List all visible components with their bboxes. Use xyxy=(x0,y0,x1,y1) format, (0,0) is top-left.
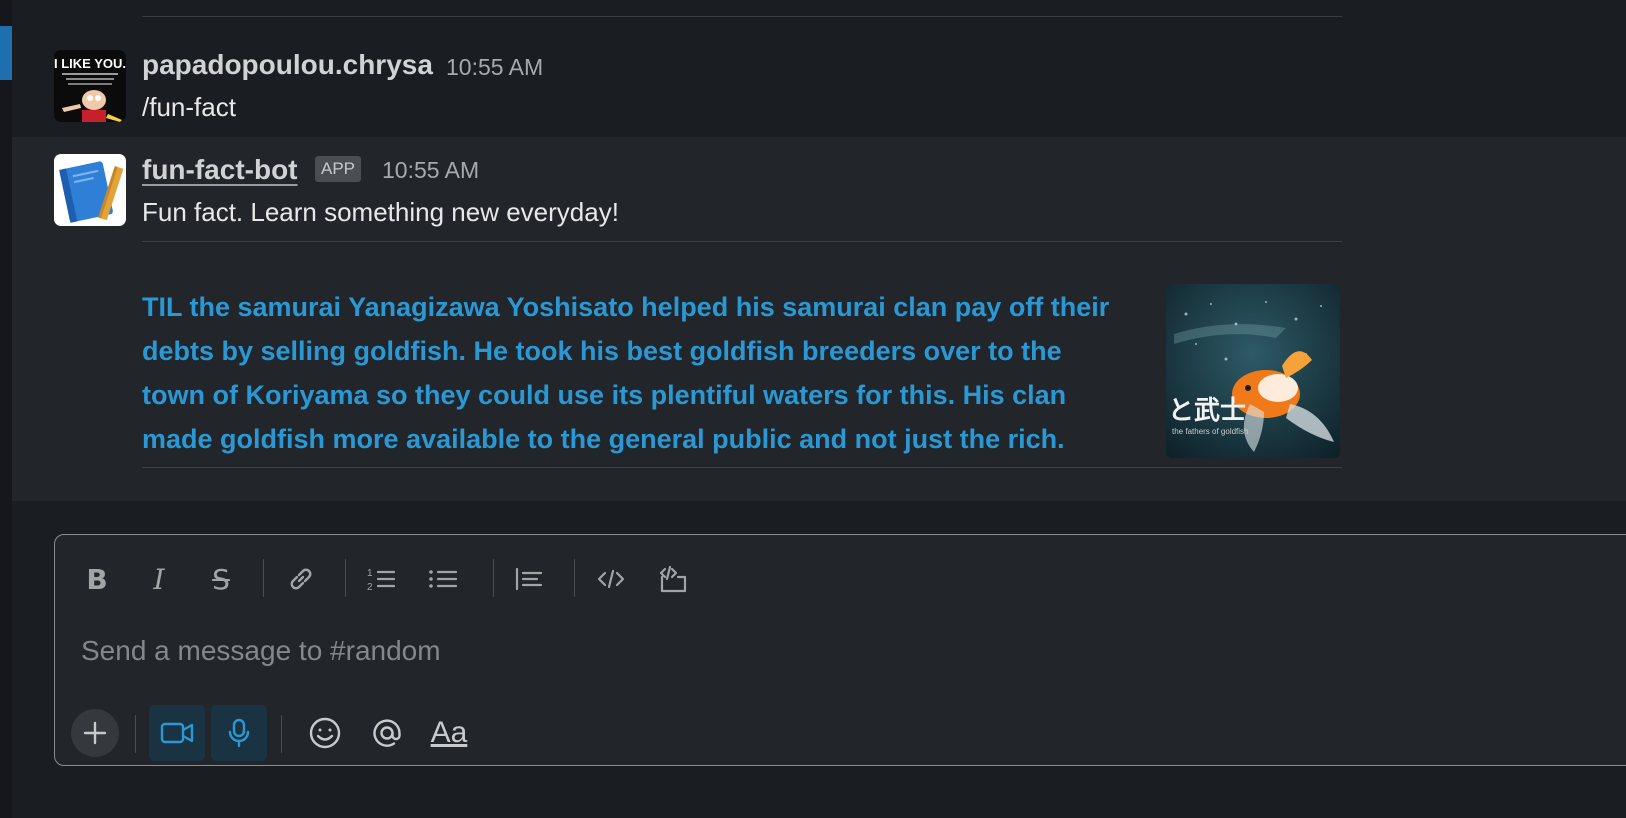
blockquote-icon xyxy=(515,567,543,591)
message-item[interactable]: I LIKE YOU. papadopoulou.chrysa 10:55 AM… xyxy=(12,36,1626,136)
message-author[interactable]: papadopoulou.chrysa xyxy=(142,49,433,81)
toolbar-separator xyxy=(574,559,575,597)
avatar[interactable]: I LIKE YOU. xyxy=(54,50,126,122)
video-clip-button[interactable] xyxy=(149,705,205,761)
message-divider xyxy=(142,16,1342,17)
bot-avatar[interactable] xyxy=(54,154,126,226)
formatting-toggle-label: Aa xyxy=(430,716,468,749)
toolbar-separator xyxy=(345,559,346,597)
message-input[interactable] xyxy=(79,630,1583,672)
strikethrough-button[interactable]: S xyxy=(201,559,241,599)
toolbar-separator xyxy=(135,715,136,753)
emoji-button[interactable] xyxy=(297,705,353,761)
message-item[interactable]: fun-fact-bot APP 10:55 AM Fun fact. Lear… xyxy=(12,137,1626,501)
link-button[interactable] xyxy=(281,559,321,599)
message-timestamp[interactable]: 10:55 AM xyxy=(382,157,479,184)
plus-icon xyxy=(83,721,107,745)
message-timestamp[interactable]: 10:55 AM xyxy=(446,54,543,81)
sidebar-edge xyxy=(0,0,12,818)
message-text: /fun-fact xyxy=(142,92,236,122)
code-block-icon xyxy=(659,565,687,593)
italic-button[interactable]: I xyxy=(139,559,179,599)
code-icon xyxy=(597,569,625,589)
ordered-list-button[interactable]: 1 2 xyxy=(361,559,401,599)
attach-button[interactable] xyxy=(71,709,119,757)
svg-text:1: 1 xyxy=(367,568,373,579)
unread-marker xyxy=(0,26,12,80)
audio-clip-button[interactable] xyxy=(211,705,267,761)
avatar-caption: I LIKE YOU. xyxy=(54,56,126,71)
bulleted-list-icon xyxy=(429,570,458,588)
attachment-text-link[interactable]: TIL the samurai Yanagizawa Yoshisato hel… xyxy=(142,285,1132,461)
bulleted-list-button[interactable] xyxy=(423,559,463,599)
formatting-toggle-button[interactable]: Aa xyxy=(421,705,477,761)
thumbnail-subcaption: the fathers of goldfish xyxy=(1172,427,1249,436)
mention-icon xyxy=(373,719,401,747)
message-composer[interactable]: B I S 1 2 Send a message to #random Aa xyxy=(54,534,1626,766)
toolbar-separator xyxy=(281,715,282,753)
message-author[interactable]: fun-fact-bot xyxy=(142,154,298,186)
code-button[interactable] xyxy=(591,559,631,599)
code-block-button[interactable] xyxy=(653,559,693,599)
video-icon xyxy=(160,722,194,744)
thumbnail-caption: と武士 xyxy=(1168,396,1246,426)
toolbar-separator xyxy=(263,559,264,597)
strikethrough-icon: S xyxy=(212,562,230,596)
app-badge: APP xyxy=(315,156,362,182)
attachment-divider-bottom xyxy=(142,467,1342,468)
link-icon xyxy=(290,568,312,590)
svg-text:2: 2 xyxy=(367,582,373,593)
mention-button[interactable] xyxy=(359,705,415,761)
microphone-icon xyxy=(228,718,250,748)
toolbar-separator xyxy=(493,559,494,597)
attachment-divider-top xyxy=(142,241,1342,242)
message-text: Fun fact. Learn something new everyday! xyxy=(142,197,619,227)
emoji-icon xyxy=(309,717,341,749)
ordered-list-icon: 1 2 xyxy=(367,568,396,593)
bold-button[interactable]: B xyxy=(77,559,117,599)
bold-icon: B xyxy=(86,562,108,596)
attachment-thumbnail[interactable]: と武士 the fathers of goldfish xyxy=(1166,284,1340,458)
italic-icon: I xyxy=(153,562,165,596)
blockquote-button[interactable] xyxy=(509,559,549,599)
